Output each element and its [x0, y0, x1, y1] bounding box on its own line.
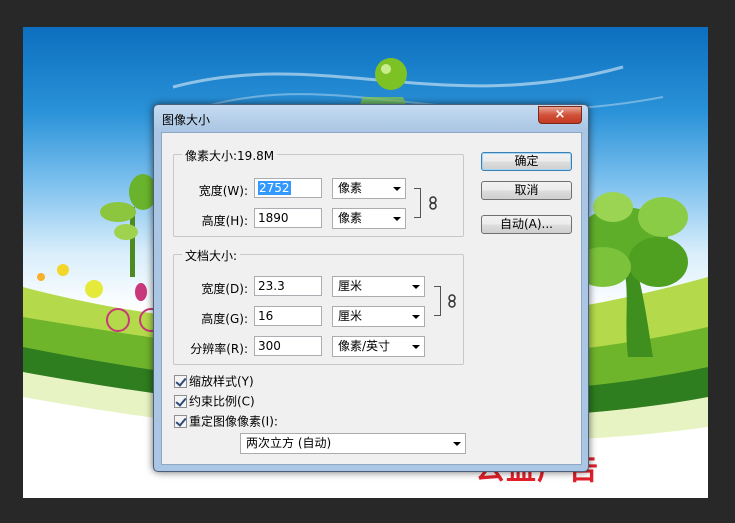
resolution-unit-select[interactable]: 像素/英寸 [332, 336, 425, 357]
pixel-width-label: 宽度(W): [198, 184, 248, 198]
pixel-width-value: 2752 [258, 181, 291, 195]
pixel-height-unit-value: 像素 [338, 211, 363, 225]
auto-button[interactable]: 自动(A)... [481, 215, 572, 234]
resample-method-value: 两次立方 (自动) [246, 436, 332, 450]
doc-width-label: 宽度(D): [201, 282, 248, 296]
pixel-height-value: 1890 [258, 211, 289, 225]
dialog-client-area: 像素大小:19.8M 宽度(W): 2752 像素 高度(H): 1890 像素… [161, 132, 582, 465]
scale-styles-checkbox[interactable]: 缩放样式(Y) [174, 374, 254, 390]
resolution-input[interactable]: 300 [254, 336, 322, 356]
dialog-title: 图像大小 [162, 113, 211, 127]
resample-method-select[interactable]: 两次立方 (自动) [240, 433, 466, 454]
document-link-bracket [434, 286, 441, 316]
ok-button[interactable]: 确定 [481, 152, 572, 171]
pixel-width-unit-select[interactable]: 像素 [332, 178, 406, 199]
document-size-title: 文档大小: [182, 247, 241, 264]
cancel-button[interactable]: 取消 [481, 181, 572, 200]
checkbox-checked-icon [174, 415, 187, 428]
document-link-icon [447, 294, 457, 308]
doc-height-unit-select[interactable]: 厘米 [332, 306, 425, 327]
resample-image-label: 重定图像像素(I): [189, 414, 278, 429]
constrain-link-icon [428, 196, 438, 210]
resolution-unit-value: 像素/英寸 [338, 339, 391, 353]
pixel-height-label: 高度(H): [201, 214, 248, 228]
chevron-down-icon [412, 345, 420, 349]
pixel-height-unit-select[interactable]: 像素 [332, 208, 406, 229]
doc-height-value: 16 [258, 309, 274, 323]
chevron-down-icon [412, 315, 420, 319]
checkbox-checked-icon [174, 395, 187, 408]
pixel-link-bracket [414, 188, 421, 218]
dialog-titlebar[interactable]: 图像大小 × [154, 105, 588, 131]
doc-width-input[interactable]: 23.3 [254, 276, 322, 296]
pixel-width-unit-value: 像素 [338, 181, 363, 195]
close-button[interactable]: × [538, 106, 582, 124]
constrain-proportions-checkbox[interactable]: 约束比例(C) [174, 394, 255, 410]
doc-width-unit-value: 厘米 [338, 279, 363, 293]
doc-width-unit-select[interactable]: 厘米 [332, 276, 425, 297]
doc-height-label: 高度(G): [201, 312, 248, 326]
resolution-label: 分辨率(R): [190, 342, 248, 356]
chevron-down-icon [412, 285, 420, 289]
constrain-proportions-label: 约束比例(C) [189, 394, 255, 409]
close-icon: × [554, 107, 566, 122]
checkbox-checked-icon [174, 375, 187, 388]
pixel-width-input[interactable]: 2752 [254, 178, 322, 198]
chevron-down-icon [393, 187, 401, 191]
image-size-dialog: 图像大小 × 像素大小:19.8M 宽度(W): 2752 像素 高度(H): … [153, 104, 589, 472]
pixel-height-input[interactable]: 1890 [254, 208, 322, 228]
doc-width-value: 23.3 [258, 279, 285, 293]
resolution-value: 300 [258, 339, 281, 353]
doc-height-unit-value: 厘米 [338, 309, 363, 323]
resample-image-checkbox[interactable]: 重定图像像素(I): [174, 414, 278, 430]
pixel-dimensions-title: 像素大小:19.8M [182, 147, 278, 164]
chevron-down-icon [393, 217, 401, 221]
doc-height-input[interactable]: 16 [254, 306, 322, 326]
chevron-down-icon [453, 442, 461, 446]
scale-styles-label: 缩放样式(Y) [189, 374, 254, 389]
